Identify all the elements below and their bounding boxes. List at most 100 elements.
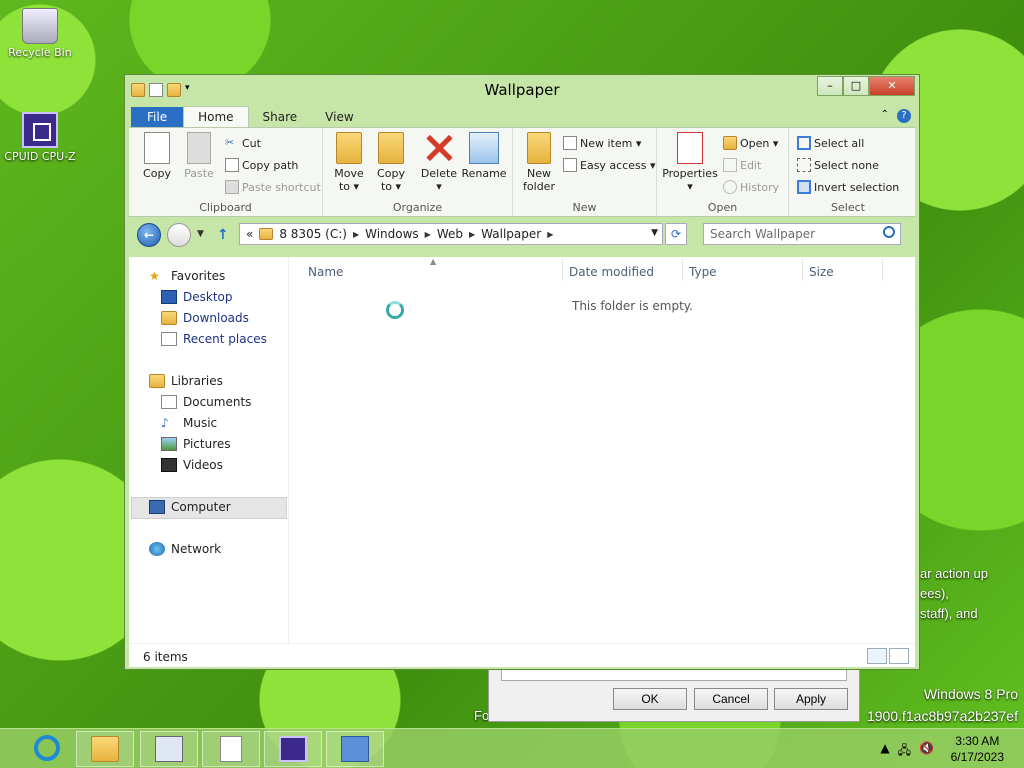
nav-desktop[interactable]: Desktop bbox=[161, 290, 233, 304]
nav-pictures[interactable]: Pictures bbox=[161, 437, 231, 451]
paste-icon bbox=[187, 132, 211, 164]
taskbar-performance-monitor[interactable] bbox=[140, 731, 198, 767]
column-divider[interactable] bbox=[562, 259, 563, 281]
tab-file[interactable]: File bbox=[131, 107, 184, 127]
properties-label: Properties bbox=[662, 167, 718, 180]
nav-network[interactable]: Network bbox=[149, 542, 221, 556]
title-bar[interactable]: ▾ Wallpaper – □ ✕ bbox=[125, 75, 919, 105]
scissors-icon: ✂ bbox=[225, 136, 235, 149]
large-icons-view-button[interactable] bbox=[889, 648, 909, 664]
invert-selection-button[interactable]: Invert selection bbox=[797, 180, 899, 194]
refresh-button[interactable]: ⟳ bbox=[665, 223, 687, 245]
status-bar: 6 items bbox=[129, 643, 915, 667]
breadcrumb-drive[interactable]: 8 8305 (C:) bbox=[279, 227, 347, 241]
up-arrow-icon[interactable]: ↑ bbox=[217, 227, 229, 243]
column-header-type[interactable]: Type bbox=[689, 265, 717, 279]
back-button[interactable]: ← bbox=[137, 223, 161, 247]
copy-to-button[interactable]: Copy to ▾ bbox=[371, 132, 411, 193]
tab-share[interactable]: Share bbox=[249, 107, 312, 127]
breadcrumb-wallpaper[interactable]: Wallpaper bbox=[481, 227, 541, 241]
ok-button[interactable]: OK bbox=[613, 688, 687, 710]
new-folder-button[interactable]: New folder bbox=[519, 132, 559, 193]
nav-computer[interactable]: Computer bbox=[149, 500, 231, 514]
chevron-right-icon[interactable]: ▶ bbox=[547, 230, 553, 239]
address-bar[interactable]: « 8 8305 (C:) ▶ Windows ▶ Web ▶ Wallpape… bbox=[239, 223, 663, 245]
organize-group-label: Organize bbox=[392, 201, 443, 214]
breadcrumb-web[interactable]: Web bbox=[437, 227, 463, 241]
cut-button[interactable]: ✂ Cut bbox=[225, 136, 261, 150]
minimize-button[interactable]: – bbox=[817, 76, 843, 96]
apply-button[interactable]: Apply bbox=[774, 688, 848, 710]
column-divider[interactable] bbox=[682, 259, 683, 281]
minimize-ribbon-icon[interactable]: ⌃ bbox=[881, 109, 889, 123]
nav-music[interactable]: ♪ Music bbox=[161, 416, 217, 430]
maximize-button[interactable]: □ bbox=[843, 76, 869, 96]
tab-view[interactable]: View bbox=[311, 107, 367, 127]
copy-to-label-2: to ▾ bbox=[380, 180, 402, 193]
chevron-right-icon[interactable]: ▶ bbox=[469, 230, 475, 239]
column-header-name[interactable]: Name bbox=[308, 265, 343, 279]
properties-button[interactable]: Properties ▾ bbox=[661, 132, 719, 193]
search-icon[interactable] bbox=[883, 226, 895, 238]
column-header-date-modified[interactable]: Date modified bbox=[569, 265, 654, 279]
column-divider[interactable] bbox=[882, 259, 883, 281]
select-none-button[interactable]: Select none bbox=[797, 158, 879, 172]
move-to-button[interactable]: Move to ▾ bbox=[329, 132, 369, 193]
paste-button[interactable]: Paste bbox=[179, 132, 219, 180]
close-button[interactable]: ✕ bbox=[869, 76, 915, 96]
cpu-z-desktop-icon[interactable]: CPUID CPU-Z bbox=[0, 112, 80, 163]
taskbar-file-explorer[interactable] bbox=[76, 731, 134, 767]
details-view-button[interactable] bbox=[867, 648, 887, 664]
chevron-right-icon[interactable]: ▶ bbox=[353, 230, 359, 239]
paste-shortcut-button[interactable]: Paste shortcut bbox=[225, 180, 321, 194]
tab-home[interactable]: Home bbox=[183, 106, 249, 127]
recent-places-icon bbox=[161, 332, 177, 346]
forward-button[interactable] bbox=[167, 223, 191, 247]
nav-network-label: Network bbox=[171, 542, 222, 556]
edit-button[interactable]: Edit bbox=[723, 158, 761, 172]
select-all-button[interactable]: Select all bbox=[797, 136, 864, 150]
show-hidden-icons-icon[interactable]: ▲ bbox=[880, 741, 889, 762]
easy-access-button[interactable]: Easy access ▾ bbox=[563, 158, 656, 172]
rename-button[interactable]: Rename bbox=[461, 132, 507, 180]
column-header-size[interactable]: Size bbox=[809, 265, 834, 279]
recycle-bin-desktop-icon[interactable]: Recycle Bin bbox=[0, 8, 80, 59]
network-status-icon[interactable]: 🖧 bbox=[898, 741, 911, 762]
empty-folder-message: This folder is empty. bbox=[572, 299, 693, 313]
new-item-button[interactable]: New item ▾ bbox=[563, 136, 641, 150]
volume-muted-icon[interactable]: 🔇 bbox=[919, 741, 934, 762]
history-button[interactable]: History bbox=[723, 180, 779, 194]
nav-favorites[interactable]: ★ Favorites bbox=[149, 269, 225, 283]
file-list-pane[interactable]: ▲ Name Date modified Type Size This fold… bbox=[290, 257, 915, 643]
nav-documents[interactable]: Documents bbox=[161, 395, 251, 409]
clock[interactable]: 3:30 AM 6/17/2023 bbox=[951, 733, 1004, 765]
taskbar-control-panel[interactable] bbox=[326, 731, 384, 767]
nav-libraries[interactable]: Libraries bbox=[149, 374, 223, 388]
column-divider[interactable] bbox=[802, 259, 803, 281]
address-dropdown-icon[interactable]: ▼ bbox=[651, 228, 658, 238]
recent-locations-dropdown-icon[interactable]: ▼ bbox=[197, 229, 204, 239]
cancel-button[interactable]: Cancel bbox=[694, 688, 768, 710]
taskbar-cpu-z[interactable] bbox=[264, 731, 322, 767]
nav-recent-places[interactable]: Recent places bbox=[161, 332, 267, 346]
search-input[interactable] bbox=[703, 223, 901, 245]
paste-shortcut-icon bbox=[225, 180, 239, 194]
star-icon: ★ bbox=[149, 269, 160, 283]
open-button[interactable]: Open ▾ bbox=[723, 136, 778, 150]
taskbar-internet-explorer[interactable] bbox=[18, 731, 76, 767]
nav-computer-label: Computer bbox=[171, 500, 231, 514]
background-text-line-1: ar action up bbox=[920, 566, 988, 581]
nav-videos[interactable]: Videos bbox=[161, 458, 223, 472]
copy-path-button[interactable]: Copy path bbox=[225, 158, 298, 172]
easy-access-label: Easy access ▾ bbox=[580, 158, 656, 172]
copy-to-icon bbox=[378, 132, 404, 164]
breadcrumb-windows[interactable]: Windows bbox=[365, 227, 419, 241]
copy-button[interactable]: Copy bbox=[137, 132, 177, 180]
address-overflow-chevron[interactable]: « bbox=[246, 227, 253, 241]
nav-downloads[interactable]: Downloads bbox=[161, 311, 249, 325]
taskbar-notepad[interactable] bbox=[202, 731, 260, 767]
help-icon[interactable]: ? bbox=[897, 109, 911, 123]
clipboard-group: Copy Paste ✂ Cut Copy path Paste shortcu… bbox=[129, 128, 323, 216]
chevron-right-icon[interactable]: ▶ bbox=[425, 230, 431, 239]
delete-button[interactable]: Delete ▾ bbox=[419, 132, 459, 193]
